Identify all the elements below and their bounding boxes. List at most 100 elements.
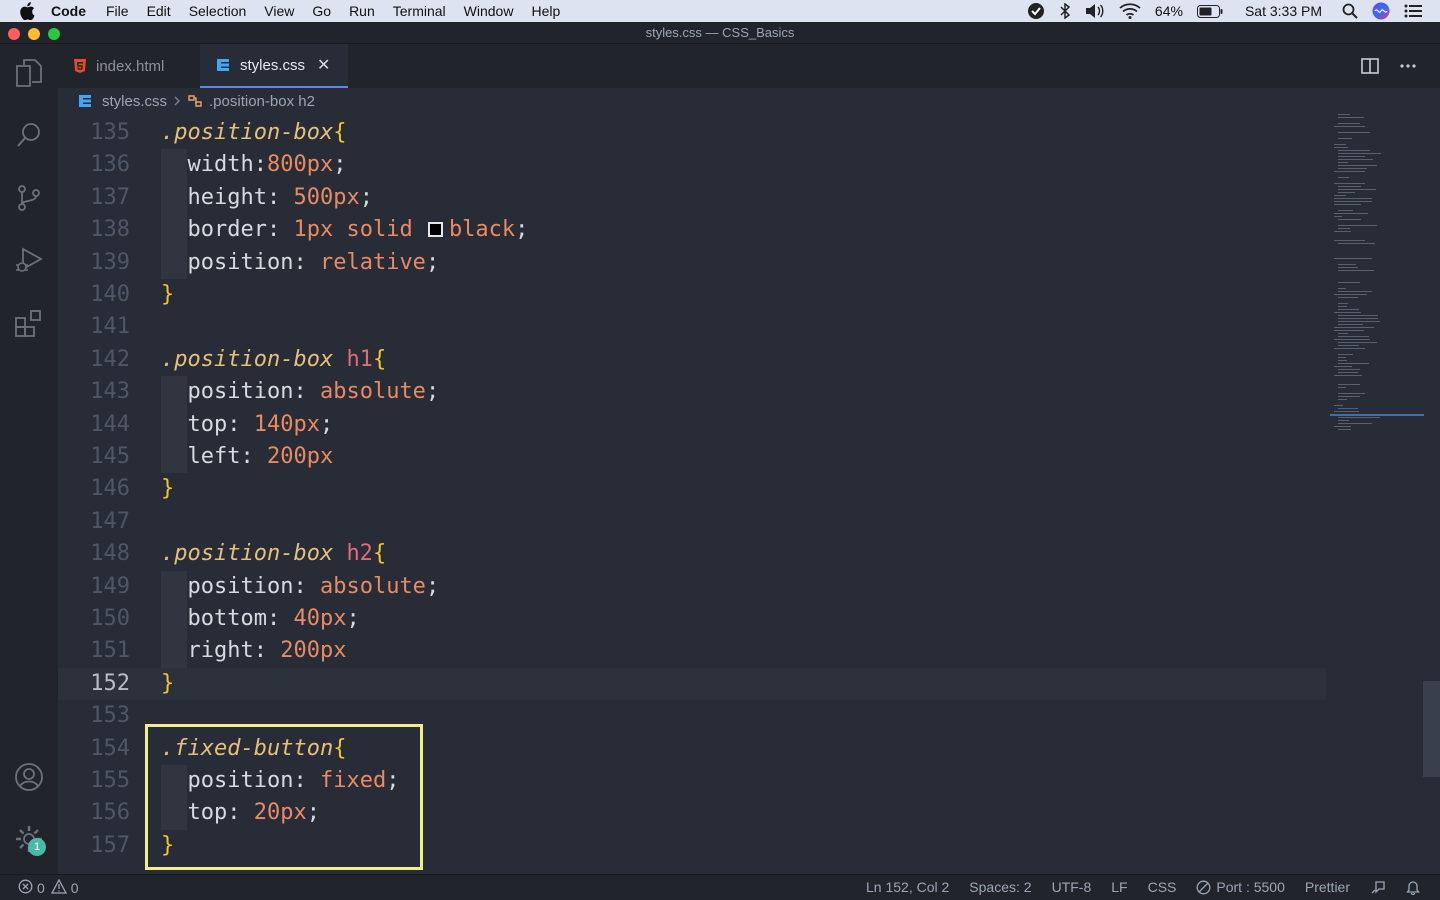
menu-window[interactable]: Window <box>464 0 514 22</box>
minimap-line <box>1338 297 1358 298</box>
code-line[interactable]: 139 position: relative; <box>58 246 1326 279</box>
cursor-position[interactable]: Ln 152, Col 2 <box>866 879 949 895</box>
problems-indicator[interactable]: 0 0 <box>18 878 79 897</box>
minimap-line <box>1338 357 1346 358</box>
notifications-bell-icon[interactable] <box>1406 879 1420 895</box>
line-number: 146 <box>90 476 130 502</box>
tab-index-html[interactable]: index.html <box>58 44 200 88</box>
menu-terminal[interactable]: Terminal <box>393 0 446 22</box>
line-number: 149 <box>90 573 130 599</box>
spotlight-search-icon[interactable] <box>1342 3 1358 19</box>
menu-go[interactable]: Go <box>312 0 331 22</box>
color-swatch[interactable] <box>427 222 443 238</box>
line-number: 138 <box>90 217 130 243</box>
minimap-line <box>1338 306 1347 307</box>
code-line[interactable]: 141 <box>58 311 1326 343</box>
breadcrumb-symbol[interactable]: .position-box h2 <box>209 93 315 110</box>
code-line[interactable]: 145 left: 200px <box>58 441 1326 474</box>
code-line[interactable]: 152} <box>58 667 1326 701</box>
code-line[interactable]: 137 height: 500px; <box>58 181 1326 215</box>
menu-file[interactable]: File <box>106 0 129 22</box>
code-line[interactable]: 143 position: absolute; <box>58 376 1326 409</box>
source-control-icon[interactable] <box>13 182 45 214</box>
minimap-line <box>1338 384 1360 385</box>
code-line[interactable]: 150 bottom: 40px; <box>58 603 1326 636</box>
apple-menu-icon[interactable] <box>19 2 37 20</box>
port-label: Port : 5500 <box>1216 879 1285 895</box>
line-number: 157 <box>90 832 130 858</box>
wifi-icon[interactable] <box>1119 3 1141 19</box>
encoding[interactable]: UTF-8 <box>1052 879 1092 895</box>
live-server-port[interactable]: Port : 5500 <box>1196 879 1285 895</box>
formatter[interactable]: Prettier <box>1305 879 1350 895</box>
warning-icon <box>50 878 67 897</box>
menu-run[interactable]: Run <box>349 0 375 22</box>
minimap-line <box>1338 114 1350 115</box>
code-line[interactable]: 144 top: 140px; <box>58 408 1326 441</box>
line-text: .position-box h1{ <box>161 344 386 376</box>
line-text: } <box>161 279 174 311</box>
line-number: 153 <box>90 703 130 729</box>
more-actions-icon[interactable] <box>1398 56 1418 76</box>
breadcrumb-file[interactable]: styles.css <box>102 93 167 110</box>
minimap-line <box>1338 177 1349 178</box>
language-mode[interactable]: CSS <box>1148 879 1177 895</box>
line-text: height: 500px; <box>161 182 373 214</box>
split-editor-icon[interactable] <box>1360 56 1380 76</box>
siri-icon[interactable] <box>1372 2 1390 20</box>
bluetooth-icon[interactable] <box>1059 3 1071 19</box>
token-prop: right <box>187 638 254 664</box>
menu-view[interactable]: View <box>264 0 294 22</box>
warning-count: 0 <box>70 880 79 896</box>
indentation[interactable]: Spaces: 2 <box>969 879 1031 895</box>
minimap-line <box>1338 423 1372 424</box>
code-line[interactable]: 146} <box>58 473 1326 505</box>
line-text: position: absolute; <box>161 571 440 603</box>
code-line[interactable]: 147 <box>58 506 1326 538</box>
feedback-icon[interactable] <box>1370 879 1386 895</box>
end-of-line[interactable]: LF <box>1111 879 1127 895</box>
battery-icon[interactable] <box>1196 4 1223 18</box>
code-line[interactable]: 149 position: absolute; <box>58 570 1326 603</box>
run-debug-icon[interactable] <box>13 244 45 276</box>
line-number: 135 <box>90 120 130 145</box>
minimap-line <box>1338 372 1358 373</box>
control-center-icon[interactable] <box>1404 4 1422 18</box>
code-line[interactable]: 151 right: 200px <box>58 635 1326 668</box>
minimap-line <box>1334 411 1359 412</box>
code-line[interactable]: 142 .position-box h1{ <box>58 344 1326 376</box>
token-punct: : <box>266 184 294 210</box>
minimap-line <box>1338 291 1372 292</box>
code-line[interactable]: 135 .position-box{ <box>58 117 1326 149</box>
code-line[interactable]: 140} <box>58 279 1326 311</box>
accounts-icon[interactable] <box>13 761 45 793</box>
token-val: absolute <box>319 573 426 599</box>
search-icon[interactable] <box>13 119 45 151</box>
tab-label: styles.css <box>240 56 306 74</box>
code-line[interactable]: 148 .position-box h2{ <box>58 538 1326 570</box>
tab-styles-css[interactable]: styles.css ✕ <box>200 44 348 88</box>
line-number: 147 <box>90 508 130 534</box>
minimap-line <box>1338 288 1346 289</box>
token-punct: : <box>253 638 281 664</box>
editor-scrollbar[interactable] <box>1423 681 1440 777</box>
code-line[interactable]: 138 border: 1px solid black; <box>58 214 1326 247</box>
code-line[interactable]: 136 width:800px; <box>58 149 1326 182</box>
explorer-icon[interactable] <box>13 57 45 89</box>
chevron-right-icon <box>173 95 181 107</box>
minimap-line <box>1338 303 1348 304</box>
minimap[interactable] <box>1330 112 1426 442</box>
menu-app-code[interactable]: Code <box>51 0 86 22</box>
menu-edit[interactable]: Edit <box>147 0 171 22</box>
close-tab-icon[interactable]: ✕ <box>317 55 330 75</box>
minimap-line <box>1334 339 1370 340</box>
token-punct: ; <box>425 249 440 275</box>
volume-icon[interactable] <box>1085 3 1105 19</box>
token-prop: position <box>187 249 294 275</box>
menu-selection[interactable]: Selection <box>189 0 247 22</box>
checkmark-circle-icon[interactable] <box>1027 2 1045 20</box>
menu-help[interactable]: Help <box>531 0 560 22</box>
minimap-line <box>1334 375 1362 376</box>
extensions-icon[interactable] <box>13 307 45 339</box>
menubar-clock[interactable]: Sat 3:33 PM <box>1245 3 1322 19</box>
